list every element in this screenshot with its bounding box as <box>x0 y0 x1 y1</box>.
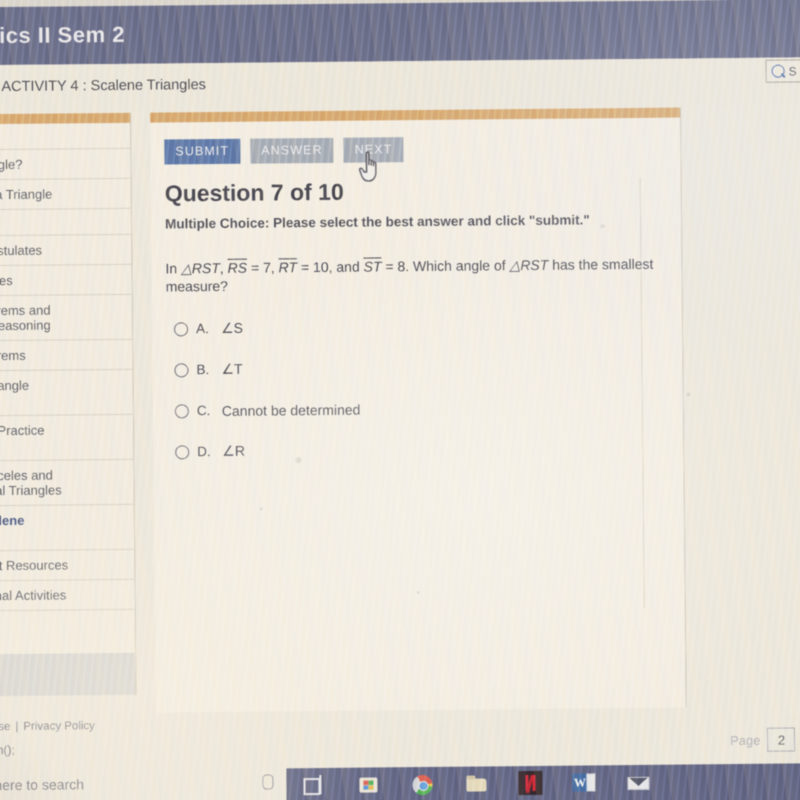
breadcrumb-bar: > ACTIVITY 4 : Scalene Triangles <box>0 57 800 114</box>
stem-segment-st: ST <box>363 258 382 275</box>
stem-value-3: = 8. Which angle of <box>381 257 510 275</box>
choice-text: ∠S <box>220 319 244 336</box>
dust-speck <box>600 224 606 229</box>
choice-letter: C. <box>196 403 211 419</box>
taskbar-icon-strip <box>286 763 800 800</box>
dust-speck <box>416 591 420 595</box>
task-view-icon[interactable] <box>302 773 326 797</box>
screen-photo: utlineID=721505015&section=0& tics II Se… <box>0 0 800 800</box>
answer-choice-b[interactable]: B. ∠T <box>174 345 654 391</box>
mail-icon[interactable] <box>626 770 650 794</box>
course-title: tics II Sem 2 <box>0 21 126 49</box>
question-instruction: Multiple Choice: Please select the best … <box>164 212 590 232</box>
choice-letter: D. <box>197 444 211 460</box>
radio-button[interactable] <box>174 321 189 336</box>
page-label: Page <box>729 732 761 748</box>
answer-choice-c[interactable]: C. Cannot be determined <box>174 386 655 432</box>
question-panel: SUBMIT ANSWER NEXT Question 7 of 10 Multip… <box>149 107 687 713</box>
sidebar-item[interactable]: ngles <box>0 264 132 297</box>
netflix-icon[interactable] <box>518 770 543 796</box>
sidebar-item[interactable]: ional Activities <box>0 579 135 612</box>
taskbar-icons <box>286 770 650 797</box>
answer-button[interactable]: ANSWER <box>250 137 334 164</box>
sidebar-item[interactable] <box>0 122 131 151</box>
stem-value-1: = 7, <box>247 259 279 276</box>
submit-button[interactable]: SUBMIT <box>164 138 241 165</box>
sidebar-bottom-band <box>0 652 136 697</box>
answer-choice-d[interactable]: D. ∠R <box>175 427 655 473</box>
stem-value-2: = 10, and <box>296 258 364 276</box>
stem-prefix: In <box>165 260 182 277</box>
word-icon[interactable] <box>572 770 596 794</box>
stem-triangle-1: △RST <box>180 259 220 277</box>
choice-letter: B. <box>196 362 210 378</box>
sidebar-item[interactable]: Triangle ms <box>0 369 133 417</box>
choice-text: ∠R <box>222 442 245 459</box>
dust-speck <box>686 392 691 397</box>
terms-of-use-link[interactable]: Use <box>0 721 10 733</box>
sidebar: iangle?of a TrianglePostulatesngleseorem… <box>0 112 137 697</box>
radio-button[interactable] <box>174 362 189 377</box>
radio-button[interactable] <box>174 403 189 418</box>
footer-separator: | <box>15 720 19 733</box>
breadcrumb[interactable]: > ACTIVITY 4 : Scalene Triangles <box>0 77 206 95</box>
microphone-icon[interactable] <box>262 774 274 790</box>
windows-taskbar: here to search <box>0 763 800 800</box>
sidebar-item[interactable]: Postulates <box>0 234 132 267</box>
microsoft-store-icon[interactable] <box>356 772 380 796</box>
sidebar-item[interactable]: osceles and eral Triangles <box>0 459 134 507</box>
computer-screen: utlineID=721505015&section=0& tics II Se… <box>0 0 800 800</box>
sidebar-item[interactable]: of a Triangle <box>0 178 131 211</box>
sidebar-item[interactable]: eorems and l Reasoning <box>0 294 133 342</box>
search-box[interactable]: S <box>765 59 800 83</box>
answer-choice-a[interactable]: A. ∠S <box>174 304 654 350</box>
stem-segment-rs: RS <box>227 259 248 276</box>
question-stem: In △RST, RS = 7, RT = 10, and ST = 8. Wh… <box>165 255 665 296</box>
radio-button[interactable] <box>175 444 190 459</box>
footer-script-text: on(); <box>0 742 15 758</box>
stem-triangle-2: △RST <box>509 256 549 274</box>
sidebar-item[interactable]: ent Resources <box>0 549 135 582</box>
sidebar-item[interactable]: p: Practice ms <box>0 414 134 462</box>
choice-text: Cannot be determined <box>221 401 361 419</box>
dust-speck <box>295 457 302 464</box>
sidebar-item[interactable] <box>0 208 132 237</box>
sidebar-nav-list[interactable]: iangle?of a TrianglePostulatesngleseorem… <box>0 122 135 654</box>
search-label: S <box>788 63 797 78</box>
page-number-field[interactable]: 2 <box>767 727 796 752</box>
stem-segment-rt: RT <box>278 259 298 276</box>
choice-text: ∠T <box>221 360 243 377</box>
search-icon <box>771 64 785 78</box>
sidebar-item[interactable]: eorems <box>0 339 133 372</box>
chrome-icon[interactable] <box>410 772 434 796</box>
footer-links: Use | Privacy Policy <box>0 720 95 733</box>
dust-speck <box>259 507 263 511</box>
sidebar-item-active[interactable]: calene es <box>0 504 135 552</box>
hand-cursor-icon <box>358 151 377 182</box>
privacy-policy-link[interactable]: Privacy Policy <box>23 720 95 733</box>
page-title: Question 7 of 10 <box>164 178 344 207</box>
taskbar-search-text[interactable]: here to search <box>0 776 84 793</box>
choice-letter: A. <box>195 321 209 337</box>
file-explorer-icon[interactable] <box>464 771 488 795</box>
page-indicator: Page 2 <box>730 727 796 752</box>
sidebar-item[interactable]: iangle? <box>0 148 131 181</box>
app-header: tics II Sem 2 <box>0 0 800 66</box>
answer-choices: A. ∠S B. ∠T C. Cannot be determined D. ∠R <box>174 304 656 473</box>
